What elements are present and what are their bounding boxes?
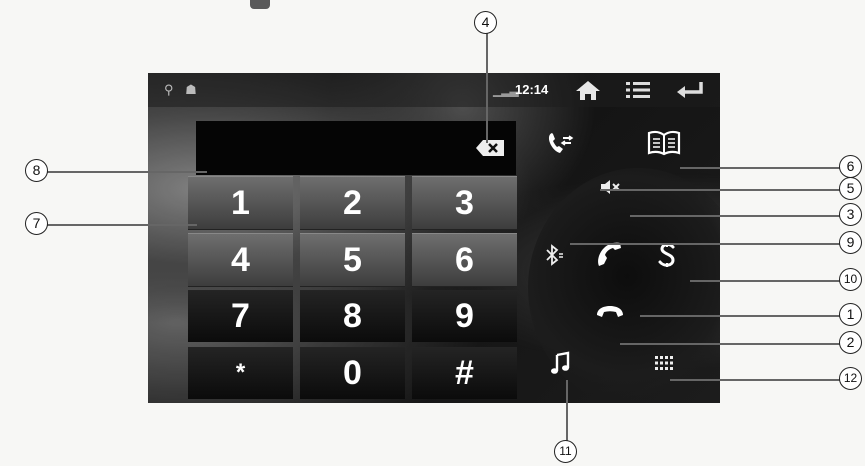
callout-12: 12 (839, 367, 862, 390)
phonebook-icon[interactable] (634, 121, 694, 165)
call-transfer-icon[interactable] (530, 121, 590, 165)
callout-6: 6 (839, 155, 862, 178)
callout-11: 11 (554, 440, 577, 463)
bluetooth-icon[interactable] (524, 233, 584, 277)
music-icon[interactable] (530, 341, 590, 385)
callout-7: 7 (25, 212, 48, 235)
key-6[interactable]: 6 (412, 233, 517, 287)
callout-2: 2 (839, 331, 862, 354)
leader-line-1 (640, 315, 840, 317)
leader-line-3 (630, 215, 840, 217)
callout-8: 8 (25, 159, 48, 182)
leader-line-11 (566, 380, 568, 442)
key-3[interactable]: 3 (412, 176, 517, 230)
clock: 12:14 (515, 82, 549, 97)
settings-s-icon[interactable] (637, 233, 697, 277)
key-4[interactable]: 4 (188, 233, 293, 287)
backspace-icon[interactable] (475, 137, 505, 159)
callout-1: 1 (839, 303, 862, 326)
answer-call-icon[interactable] (580, 233, 640, 277)
key-8[interactable]: 8 (300, 290, 405, 342)
leader-line-4 (486, 33, 488, 143)
leader-line-10 (690, 280, 840, 282)
head-unit-screen: ⚲ ☗ ▁▂▃ 12:14 1 2 3 4 5 6 7 8 9 * 0 # (148, 73, 720, 403)
leader-line-2 (620, 343, 840, 345)
key-5[interactable]: 5 (300, 233, 405, 287)
callout-3: 3 (839, 203, 862, 226)
callout-10: 10 (839, 268, 862, 291)
leader-line-5 (600, 189, 840, 191)
key-9[interactable]: 9 (412, 290, 517, 342)
home-icon[interactable] (568, 76, 608, 104)
key-7[interactable]: 7 (188, 290, 293, 342)
leader-line-8 (47, 171, 207, 173)
leader-line-7 (47, 224, 197, 226)
menu-icon[interactable] (618, 76, 658, 104)
signal-icon: ▁▂▃ (493, 83, 519, 97)
hang-up-icon[interactable] (580, 289, 640, 333)
usb-icon: ⚲ (164, 82, 174, 97)
number-display (196, 121, 516, 175)
leader-line-6 (680, 167, 840, 169)
keypad: 1 2 3 4 5 6 7 8 9 * 0 # (188, 176, 523, 403)
callout-9: 9 (839, 231, 862, 254)
cropped-icon-fragment (250, 0, 270, 9)
key-hash[interactable]: # (412, 347, 517, 399)
android-icon: ☗ (185, 82, 197, 97)
leader-line-9 (570, 243, 840, 245)
mute-icon[interactable] (580, 165, 640, 209)
key-1[interactable]: 1 (188, 176, 293, 230)
callout-5: 5 (839, 177, 862, 200)
key-2[interactable]: 2 (300, 176, 405, 230)
key-0[interactable]: 0 (300, 347, 405, 399)
key-star[interactable]: * (188, 347, 293, 399)
leader-line-12 (670, 379, 840, 381)
back-icon[interactable] (670, 76, 710, 104)
call-controls (530, 121, 720, 403)
status-bar: ⚲ ☗ ▁▂▃ 12:14 (148, 73, 720, 107)
callout-4: 4 (474, 11, 497, 34)
